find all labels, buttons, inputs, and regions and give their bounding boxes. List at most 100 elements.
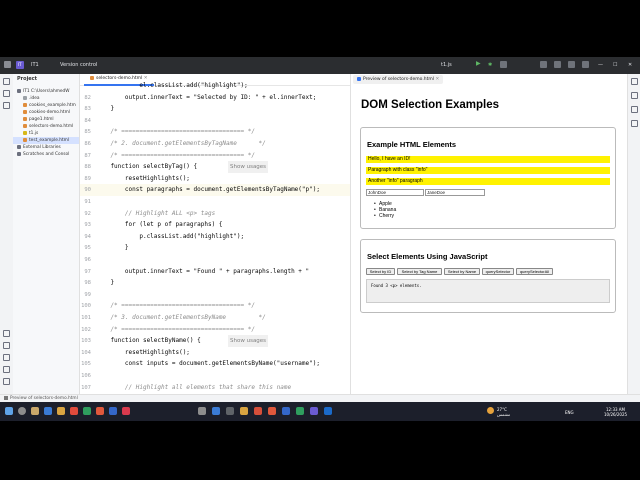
app-icon-10[interactable] xyxy=(254,407,262,415)
username-input-1[interactable]: JohnDoe xyxy=(366,189,424,196)
project-name[interactable]: IT1 xyxy=(31,62,39,68)
weather-icon[interactable] xyxy=(487,407,494,414)
tree-item[interactable]: page1.html xyxy=(13,116,79,123)
app-icon-8[interactable] xyxy=(226,407,234,415)
close-button[interactable]: ✕ xyxy=(628,62,632,68)
app-icon-15[interactable] xyxy=(324,407,332,415)
search-taskbar-icon[interactable] xyxy=(18,407,26,415)
maximize-button[interactable]: ☐ xyxy=(613,62,617,68)
terminal-tool-icon[interactable] xyxy=(3,354,10,361)
app-icon-11[interactable] xyxy=(268,407,276,415)
show-usages-hint[interactable]: Show usages xyxy=(228,161,269,174)
debug-icon[interactable]: ✱ xyxy=(488,62,492,68)
code-line[interactable]: 92 // Highlight ALL <p> tags xyxy=(80,208,350,220)
tree-item[interactable]: cookies-demo.html xyxy=(13,109,79,116)
file-explorer-icon[interactable] xyxy=(57,407,65,415)
app-icon-1[interactable] xyxy=(70,407,78,415)
select-by-name-button[interactable]: Select by Name xyxy=(444,268,480,275)
commit-tool-icon[interactable] xyxy=(3,90,10,97)
app-icon-7[interactable] xyxy=(212,407,220,415)
code-line[interactable]: 107 // Highlight all elements that share… xyxy=(80,382,350,394)
query-selector-button[interactable]: querySelector xyxy=(482,268,514,275)
code-with-me-icon[interactable] xyxy=(554,61,561,68)
code-line[interactable]: 98 } xyxy=(80,277,350,289)
code-line[interactable]: 99 xyxy=(80,289,350,301)
run-tool-icon[interactable] xyxy=(3,342,10,349)
settings-icon[interactable] xyxy=(582,61,589,68)
code-area[interactable]: el.classList.add("highlight"); 82 output.… xyxy=(80,82,350,402)
app-icon-12[interactable] xyxy=(282,407,290,415)
minimize-button[interactable]: — xyxy=(598,62,603,68)
main-menu-icon[interactable] xyxy=(4,61,11,68)
code-line[interactable]: 106 xyxy=(80,370,350,382)
structure-tool-icon[interactable] xyxy=(3,102,10,109)
tree-item[interactable]: Scratches and Consol xyxy=(13,151,79,158)
code-line[interactable]: 91 xyxy=(80,196,350,208)
select-by-tag-button[interactable]: Select by Tag Name xyxy=(397,268,442,275)
tree-item[interactable]: cookies_example.htm xyxy=(13,102,79,109)
app-icon-4[interactable] xyxy=(109,407,117,415)
tree-item[interactable]: IT1 C:\Users\ahmedW xyxy=(13,88,79,95)
vcs-widget[interactable]: Version control xyxy=(60,62,97,68)
code-line[interactable]: el.classList.add("highlight"); xyxy=(80,80,350,92)
search-icon[interactable] xyxy=(568,61,575,68)
more-actions-icon[interactable] xyxy=(500,61,507,68)
code-editor[interactable]: selectors-demo.html ✕ el.classList.add("… xyxy=(80,74,350,402)
preview-tab[interactable]: Preview of selectors-demo.html ✕ xyxy=(353,75,444,84)
code-line[interactable]: 83 } xyxy=(80,103,350,115)
code-line[interactable]: 94 p.classList.add("highlight"); xyxy=(80,231,350,243)
app-icon-14[interactable] xyxy=(310,407,318,415)
code-line[interactable]: 101 /* 3. document.getElementsByName */ xyxy=(80,312,350,324)
app-icon-2[interactable] xyxy=(83,407,91,415)
code-line[interactable]: 89 resetHighlights(); xyxy=(80,173,350,185)
app-icon-5[interactable] xyxy=(122,407,130,415)
project-tool-icon[interactable] xyxy=(3,78,10,85)
code-line[interactable]: 85 /* ==================================… xyxy=(80,126,350,138)
database-icon[interactable] xyxy=(631,92,638,99)
app-icon-9[interactable] xyxy=(240,407,248,415)
code-line[interactable]: 104 resetHighlights(); xyxy=(80,347,350,359)
code-line[interactable]: 102 /* =================================… xyxy=(80,324,350,336)
code-line[interactable]: 103 function selectByName() {Show usages xyxy=(80,335,350,348)
app-icon-3[interactable] xyxy=(96,407,104,415)
tree-item[interactable]: selectors-demo.html xyxy=(13,123,79,130)
app-icon-6[interactable] xyxy=(198,407,206,415)
language-indicator[interactable]: ENG xyxy=(565,410,574,415)
preview-tool-icon[interactable] xyxy=(631,120,638,127)
notifications-icon[interactable] xyxy=(631,78,638,85)
select-by-id-button[interactable]: Select by ID xyxy=(366,268,395,275)
clock-date[interactable]: 10/26/2025 xyxy=(604,412,627,417)
problems-tool-icon[interactable] xyxy=(3,366,10,373)
code-line[interactable]: 93 for (let p of paragraphs) { xyxy=(80,219,350,231)
run-icon[interactable]: ▶ xyxy=(476,60,481,67)
show-usages-hint[interactable]: Show usages xyxy=(228,335,269,348)
code-line[interactable]: 88 function selectByTag() {Show usages xyxy=(80,161,350,174)
code-line[interactable]: 97 output.innerText = "Found " + paragra… xyxy=(80,266,350,278)
code-line[interactable]: 84 xyxy=(80,115,350,127)
start-icon[interactable] xyxy=(5,407,13,415)
close-preview-icon[interactable]: ✕ xyxy=(435,77,439,82)
task-view-icon[interactable] xyxy=(31,407,39,415)
run-config[interactable]: t1.js xyxy=(441,62,452,68)
app-icon-13[interactable] xyxy=(296,407,304,415)
code-line[interactable]: 105 const inputs = document.getElementsB… xyxy=(80,358,350,370)
file-icon xyxy=(23,116,27,121)
code-line[interactable]: 96 xyxy=(80,254,350,266)
ai-assistant-icon[interactable] xyxy=(631,106,638,113)
username-input-2[interactable]: JaneDoe xyxy=(425,189,485,196)
code-line[interactable]: 87 /* ==================================… xyxy=(80,150,350,162)
code-line[interactable]: 86 /* 2. document.getElementsByTagName *… xyxy=(80,138,350,150)
code-line[interactable]: 82 output.innerText = "Selected by ID: "… xyxy=(80,92,350,104)
tree-item[interactable]: t1.js xyxy=(13,130,79,137)
tree-item[interactable]: test_example.html xyxy=(13,137,79,144)
tree-item[interactable]: .idea xyxy=(13,95,79,102)
chrome-icon[interactable] xyxy=(44,407,52,415)
code-line[interactable]: 100 /* =================================… xyxy=(80,300,350,312)
user-icon[interactable] xyxy=(540,61,547,68)
git-tool-icon[interactable] xyxy=(3,378,10,385)
code-line[interactable]: 95 } xyxy=(80,242,350,254)
query-selector-all-button[interactable]: querySelectorAll xyxy=(516,268,553,275)
services-tool-icon[interactable] xyxy=(3,330,10,337)
code-line[interactable]: 90 const paragraphs = document.getElemen… xyxy=(80,184,350,197)
tree-item[interactable]: External Libraries xyxy=(13,144,79,151)
